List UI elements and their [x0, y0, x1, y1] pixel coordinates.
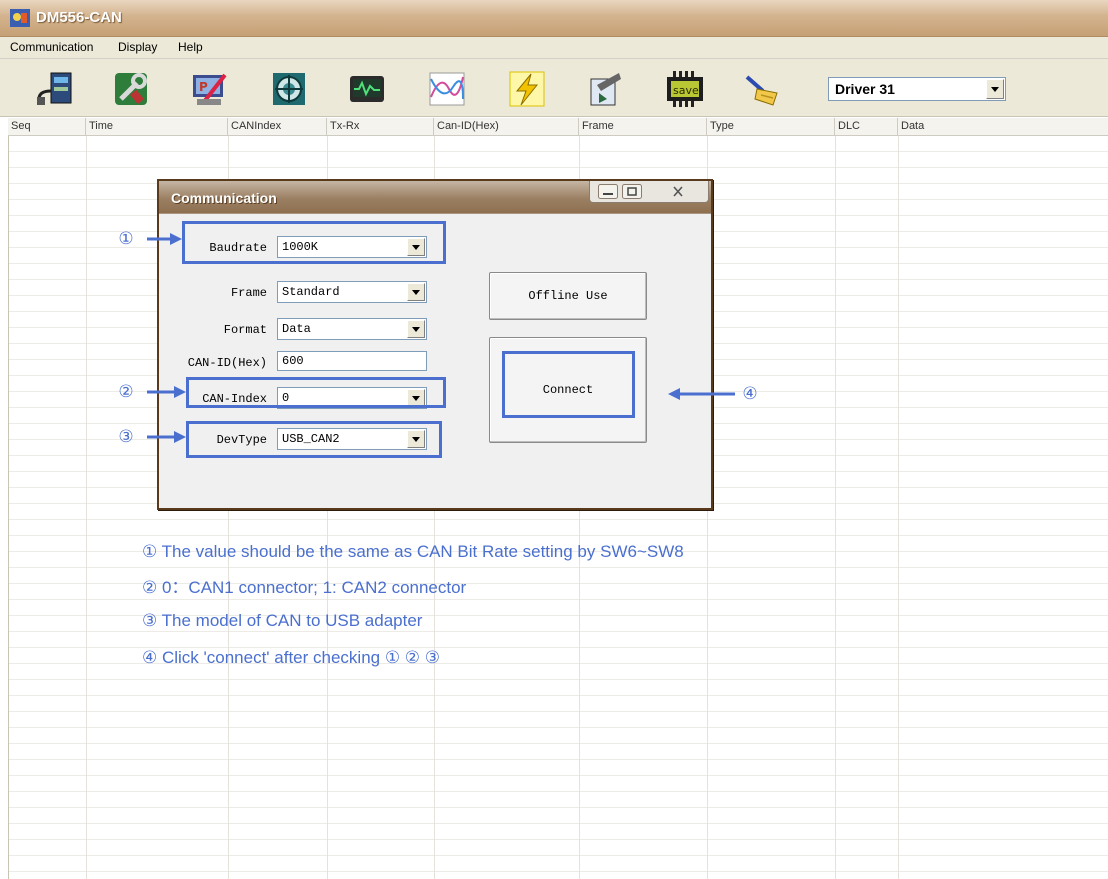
note-4: ④ Click 'connect' after checking ① ② ③: [142, 648, 440, 667]
note-1: ① The value should be the same as CAN Bi…: [142, 542, 684, 561]
annotation-arrows: [147, 233, 735, 443]
note-2: ② 0：CAN1 connector; 1: CAN2 connector: [142, 578, 467, 597]
note-3: ③ The model of CAN to USB adapter: [142, 611, 423, 630]
